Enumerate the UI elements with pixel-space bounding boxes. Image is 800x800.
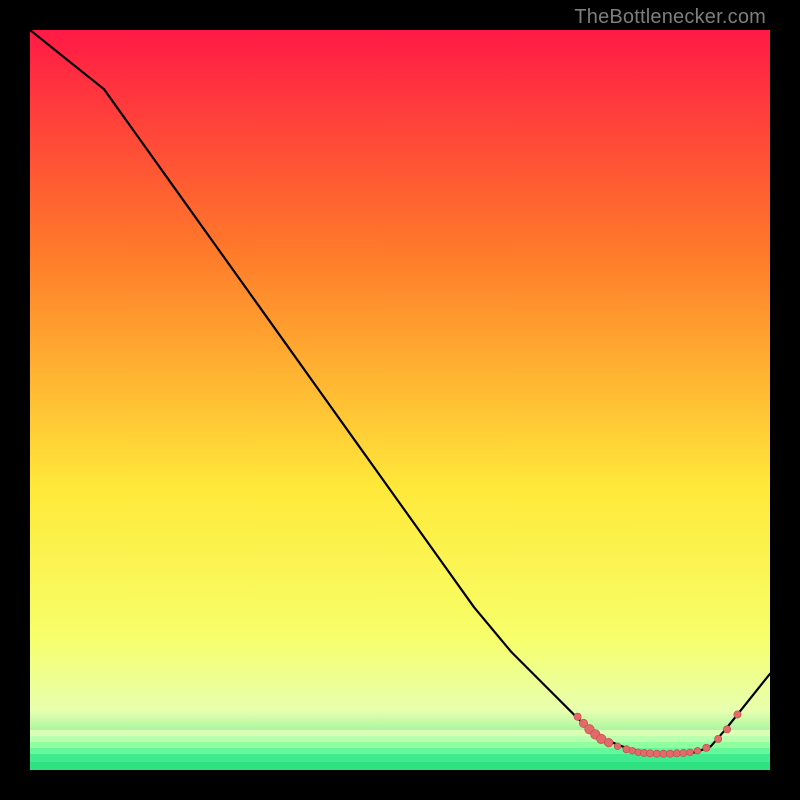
data-marker (646, 750, 653, 757)
data-marker (703, 744, 710, 751)
data-marker (687, 749, 694, 756)
data-marker (694, 747, 701, 754)
chart-stage: TheBottlenecker.com (0, 0, 800, 800)
watermark-text: TheBottlenecker.com (574, 6, 766, 29)
data-marker (604, 738, 613, 747)
data-marker (629, 747, 636, 754)
bottleneck-chart (30, 30, 770, 770)
data-marker (673, 750, 680, 757)
data-marker (614, 743, 621, 750)
data-marker (574, 713, 581, 720)
data-marker (666, 750, 673, 757)
data-marker (715, 735, 722, 742)
data-marker (653, 750, 660, 757)
data-marker (734, 711, 741, 718)
bottom-green-bands (30, 730, 770, 770)
data-marker (723, 726, 730, 733)
data-marker (660, 750, 667, 757)
data-marker (680, 749, 687, 756)
